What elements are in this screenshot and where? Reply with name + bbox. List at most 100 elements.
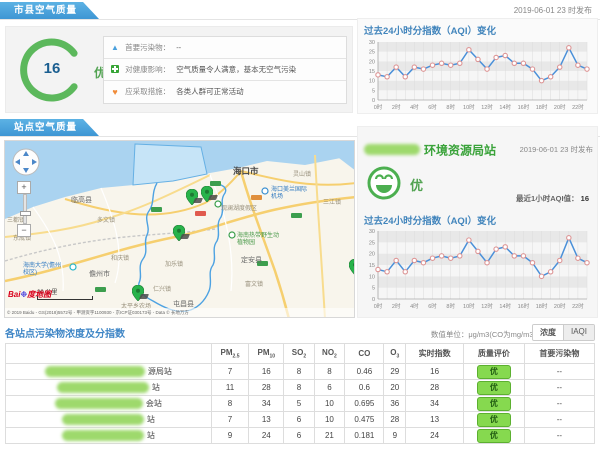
map-label: 定安县	[241, 255, 262, 265]
map-label: 观澜湖度假区	[221, 203, 257, 212]
toggle-concentration-button[interactable]: 浓度	[533, 325, 563, 340]
o3-value-cell: 29	[384, 364, 406, 380]
toggle-iaqi-button[interactable]: IAQI	[563, 325, 594, 340]
pm10-value-cell: 28	[249, 380, 284, 396]
index-value-cell: 28	[406, 380, 464, 396]
map-label: 多文镇	[97, 215, 115, 224]
svg-text:4时: 4时	[410, 302, 419, 310]
svg-text:20: 20	[369, 252, 375, 258]
so2-value-cell: 8	[284, 380, 314, 396]
unit-note: 数值单位：μg/m3(CO为mg/m3)	[431, 329, 536, 340]
no2-value-cell: 8	[314, 364, 345, 380]
column-header: 首要污染物	[524, 344, 594, 364]
aqi-24h-chart-station: 0510152025300时2时4时6时8时10时12时14时16时18时20时…	[362, 227, 593, 311]
so2-value-cell: 6	[284, 412, 314, 428]
svg-text:25: 25	[369, 50, 375, 56]
station-map[interactable]: 海口市海口美兰国际机场观澜湖度假区海南热带野生动植物园定安县富文镇屯昌县儋州市海…	[4, 140, 355, 318]
co-value-cell: 0.695	[345, 396, 384, 412]
station-map-marker[interactable]	[173, 225, 185, 241]
svg-text:25: 25	[369, 240, 375, 246]
station-detail-panel: 环境资源局站 2019-06-01 23 时发布 优 最近1小时AQI值： 16…	[357, 126, 598, 318]
primary-pollutant-cell: --	[524, 380, 594, 396]
blurred-station-name	[55, 398, 143, 409]
blurred-station-prefix	[364, 144, 420, 155]
svg-text:5: 5	[372, 286, 375, 292]
svg-text:0时: 0时	[374, 103, 383, 111]
o3-value-cell: 20	[384, 380, 406, 396]
station-map-marker[interactable]	[349, 259, 355, 275]
tab-station-air-quality[interactable]: 站点空气质量	[0, 119, 99, 136]
alert-triangle-icon: ▲	[110, 37, 120, 59]
map-label: 海口市	[233, 165, 259, 177]
svg-text:18时: 18时	[536, 302, 548, 310]
recent-aqi: 最近1小时AQI值： 16	[516, 193, 589, 204]
column-header: NO2	[314, 344, 345, 364]
station-name-cell: 站	[6, 380, 212, 396]
zoom-in-button[interactable]: +	[17, 181, 31, 194]
svg-text:10时: 10时	[463, 103, 475, 111]
column-header: 实时指数	[406, 344, 464, 364]
column-header	[6, 344, 212, 364]
info-label: 首要污染物：	[125, 43, 170, 52]
map-label: 儋州市	[89, 269, 110, 279]
station-aqi-level: 优	[410, 175, 423, 194]
pm10-value-cell: 24	[249, 428, 284, 444]
tab-city-air-quality[interactable]: 市县空气质量	[0, 2, 99, 19]
svg-text:22时: 22时	[572, 302, 584, 310]
svg-text:8时: 8时	[446, 302, 455, 310]
aqi-24h-chart-city: 0510152025300时2时4时6时8时10时12时14时16时18时20时…	[362, 38, 593, 112]
pm25-value-cell: 7	[211, 412, 248, 428]
svg-text:15: 15	[369, 263, 375, 269]
station-row: 源局站716880.462916优--	[6, 364, 595, 380]
station-map-marker[interactable]	[186, 189, 198, 205]
grade-cell: 优	[463, 412, 524, 428]
blurred-station-name	[57, 382, 149, 393]
map-label: 海口美兰国际机场	[271, 187, 309, 201]
grade-cell: 优	[463, 380, 524, 396]
map-attribution: © 2019 Baidu - GS(2018)5572号 - 甲测资字11009…	[5, 308, 354, 317]
zoom-slider[interactable]	[23, 194, 27, 224]
co-value-cell: 0.46	[345, 364, 384, 380]
primary-pollutant-cell: --	[524, 412, 594, 428]
svg-text:0时: 0时	[374, 302, 383, 310]
aqi-value: 16	[16, 60, 88, 77]
publish-time: 2019-06-01 23 时发布	[514, 5, 592, 16]
station-map-marker[interactable]	[201, 186, 213, 202]
value-mode-toggle: 浓度 IAQI	[532, 324, 595, 341]
pm25-value-cell: 9	[211, 428, 248, 444]
air-quality-dashboard: 市县空气质量 2019-06-01 23 时发布 16 优 ▲ 首要污染物： -…	[0, 0, 600, 450]
svg-text:16时: 16时	[518, 103, 530, 111]
info-row-measures: ♥ 应采取措施： 各类人群可正常活动	[104, 81, 346, 103]
map-zoom-control[interactable]: + −	[17, 181, 32, 237]
column-header: O3	[384, 344, 406, 364]
svg-text:12时: 12时	[481, 302, 493, 310]
index-value-cell: 24	[406, 428, 464, 444]
svg-text:6时: 6时	[428, 302, 437, 310]
zoom-out-button[interactable]: −	[17, 224, 31, 237]
blurred-station-name	[62, 430, 144, 441]
zoom-slider-handle[interactable]	[20, 211, 31, 216]
index-value-cell: 13	[406, 412, 464, 428]
grade-cell: 优	[463, 364, 524, 380]
blurred-station-name	[45, 366, 145, 377]
pm25-value-cell: 8	[211, 396, 248, 412]
pm10-value-cell: 34	[249, 396, 284, 412]
svg-text:10: 10	[369, 79, 375, 85]
co-value-cell: 0.6	[345, 380, 384, 396]
info-label: 对健康影响：	[125, 65, 170, 74]
map-label: 三江镇	[323, 197, 341, 206]
grade-badge: 优	[477, 429, 511, 443]
map-compass-control[interactable]	[11, 147, 41, 182]
station-name-cell: 源局站	[6, 364, 212, 380]
station-map-marker[interactable]	[132, 285, 144, 301]
so2-value-cell: 6	[284, 428, 314, 444]
no2-value-cell: 21	[314, 428, 345, 444]
svg-text:16时: 16时	[518, 302, 530, 310]
map-label: 临高县	[71, 195, 92, 205]
heart-icon: ♥	[110, 81, 120, 103]
so2-value-cell: 8	[284, 364, 314, 380]
svg-text:22时: 22时	[572, 103, 584, 111]
index-value-cell: 34	[406, 396, 464, 412]
info-label: 应采取措施：	[125, 87, 170, 96]
column-header: PM2.5	[211, 344, 248, 364]
